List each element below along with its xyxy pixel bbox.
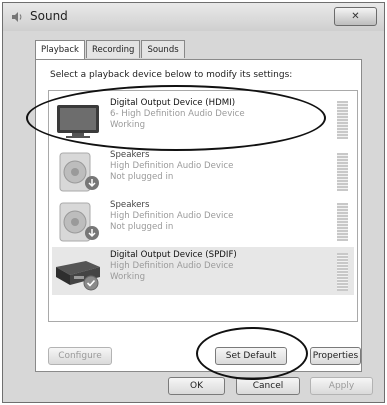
tab-recording[interactable]: Recording bbox=[85, 40, 141, 58]
device-name: Digital Output Device (SPDIF) bbox=[110, 250, 237, 260]
title-bar: Sound ✕ bbox=[3, 3, 384, 31]
device-hdmi[interactable]: Digital Output Device (HDMI) 6- High Def… bbox=[52, 95, 354, 143]
device-status: Working bbox=[110, 120, 146, 130]
device-speakers-1[interactable]: Speakers High Definition Audio Device No… bbox=[52, 147, 354, 195]
device-driver: 6- High Definition Audio Device bbox=[110, 109, 245, 119]
device-name: Speakers bbox=[110, 150, 150, 160]
window-title: Sound bbox=[30, 9, 68, 23]
tab-sounds[interactable]: Sounds bbox=[141, 40, 185, 58]
speaker-icon bbox=[59, 202, 99, 242]
close-button[interactable]: ✕ bbox=[334, 7, 377, 26]
spdif-device-icon bbox=[56, 261, 100, 291]
sound-dialog: Sound ✕ Playback Recording Sounds Select… bbox=[2, 2, 385, 403]
monitor-icon bbox=[57, 105, 99, 138]
volume-meter bbox=[337, 101, 348, 139]
device-driver: High Definition Audio Device bbox=[110, 211, 234, 221]
device-name: Speakers bbox=[110, 200, 150, 210]
set-default-button[interactable]: Set Default bbox=[215, 347, 287, 365]
tab-strip: Playback Recording Sounds bbox=[35, 40, 186, 60]
close-icon: ✕ bbox=[351, 11, 360, 22]
instruction-text: Select a playback device below to modify… bbox=[50, 70, 293, 80]
device-driver: High Definition Audio Device bbox=[110, 261, 234, 271]
sound-app-icon bbox=[12, 12, 22, 22]
cancel-button[interactable]: Cancel bbox=[236, 377, 300, 395]
device-driver: High Definition Audio Device bbox=[110, 161, 234, 171]
properties-button[interactable]: Properties bbox=[310, 347, 361, 365]
ok-button[interactable]: OK bbox=[168, 377, 225, 395]
device-speakers-2[interactable]: Speakers High Definition Audio Device No… bbox=[52, 197, 354, 245]
volume-meter bbox=[337, 253, 348, 291]
device-name: Digital Output Device (HDMI) bbox=[110, 98, 236, 108]
device-status: Not plugged in bbox=[110, 172, 174, 182]
volume-meter bbox=[337, 153, 348, 191]
speaker-icon bbox=[59, 152, 99, 192]
configure-button[interactable]: Configure bbox=[48, 347, 112, 365]
device-list[interactable]: Digital Output Device (HDMI) 6- High Def… bbox=[48, 90, 358, 322]
tab-playback[interactable]: Playback bbox=[35, 40, 85, 60]
device-spdif[interactable]: Digital Output Device (SPDIF) High Defin… bbox=[52, 247, 354, 295]
apply-button[interactable]: Apply bbox=[310, 377, 373, 395]
device-status: Working bbox=[110, 272, 146, 282]
playback-panel: Select a playback device below to modify… bbox=[35, 59, 362, 372]
volume-meter bbox=[337, 203, 348, 241]
device-status: Not plugged in bbox=[110, 222, 174, 232]
